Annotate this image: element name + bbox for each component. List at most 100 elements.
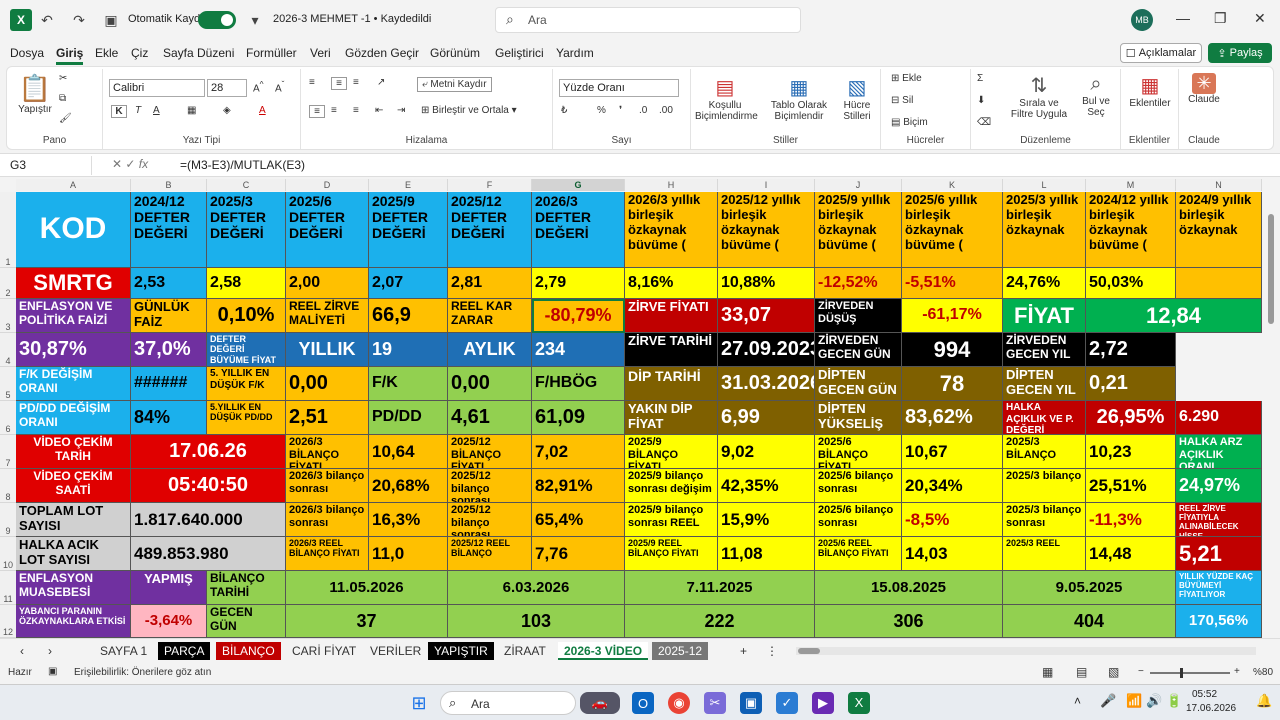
column-header-E[interactable]: E [369, 179, 448, 191]
cell-A1[interactable]: KOD [16, 192, 131, 268]
underline-icon[interactable]: A [153, 105, 160, 116]
font-color-icon[interactable]: A [259, 105, 266, 116]
cell-I10[interactable]: 11,08 [718, 537, 815, 571]
cell-N11[interactable]: YILLIK YÜZDE KAÇ BÜYÜMEYİ FİYATLIYOR [1176, 571, 1262, 605]
cell-B12[interactable]: -3,64% [131, 605, 207, 638]
cell-A11[interactable]: ENFLASYON MUASEBESİ [16, 571, 131, 605]
cell-I3[interactable]: 33,07 [718, 299, 815, 333]
cell-K10[interactable]: 14,03 [902, 537, 1003, 571]
cell-B5[interactable]: ###### [131, 367, 207, 401]
decrease-decimal-icon[interactable]: .00 [659, 105, 673, 116]
cell-K1[interactable]: 2025/6 yıllık birleşik özkaynak büvüme ( [902, 192, 1003, 268]
claude-button[interactable]: ✳ Claude [1183, 73, 1225, 105]
tab-2025-12[interactable]: 2025-12 [652, 642, 709, 660]
column-header-B[interactable]: B [131, 179, 207, 191]
cell-J7[interactable]: 2025/6 BİLANÇO FİYATI [815, 435, 902, 469]
column-header-L[interactable]: L [1003, 179, 1086, 191]
h-scroll-thumb[interactable] [798, 648, 820, 654]
cell-J11[interactable]: 15.08.2025 [815, 571, 1003, 605]
merge-center-button[interactable]: ⊞ Birleştir ve Ortala ▾ [421, 105, 517, 116]
find-select-button[interactable]: ⌕ Bul ve Seç [1075, 73, 1117, 118]
cell-D12[interactable]: 37 [286, 605, 448, 638]
redo-icon[interactable]: ↷ [68, 9, 90, 31]
cell-B8[interactable]: 05:40:50 [131, 469, 286, 503]
row-header-9[interactable]: 9 [0, 503, 16, 537]
cell-L3[interactable]: FİYAT [1003, 299, 1086, 333]
cell-A12[interactable]: YABANCI PARANIN ÖZKAYNAKLARA ETKİSİ [16, 605, 131, 638]
cell-D3[interactable]: REEL ZİRVE MALİYETİ [286, 299, 369, 333]
cell-N7[interactable]: HALKA ARZ AÇIKLIK ORANI [1176, 435, 1262, 469]
percent-icon[interactable]: % [597, 105, 606, 116]
cell-G7[interactable]: 7,02 [532, 435, 625, 469]
comments-button[interactable]: ☐ Açıklamalar [1120, 43, 1202, 63]
cell-I2[interactable]: 10,88% [718, 268, 815, 299]
column-header-C[interactable]: C [207, 179, 286, 191]
grow-font-icon[interactable]: A^ [253, 79, 264, 94]
notification-icon[interactable]: 🔔 [1256, 693, 1272, 709]
customize-qat-icon[interactable]: ▾ [244, 9, 266, 31]
cell-F2[interactable]: 2,81 [448, 268, 532, 299]
row-header-7[interactable]: 7 [0, 435, 16, 469]
undo-icon[interactable]: ↶ [36, 9, 58, 31]
cell-E6[interactable]: PD/DD [369, 401, 448, 435]
cell-L4[interactable]: ZİRVEDEN GECEN YIL [1003, 333, 1086, 367]
cell-G8[interactable]: 82,91% [532, 469, 625, 503]
cell-N9[interactable]: REEL ZİRVE FİYATIYLA ALINABİLECEK HİSSE [1176, 503, 1262, 537]
bold-icon[interactable]: K [111, 105, 127, 118]
column-header-K[interactable]: K [902, 179, 1003, 191]
row-header-10[interactable]: 10 [0, 537, 16, 571]
row-header-1[interactable]: 1 [0, 192, 16, 268]
cell-A2[interactable]: SMRTG [16, 268, 131, 299]
cell-F6[interactable]: 4,61 [448, 401, 532, 435]
cell-A4[interactable]: 30,87% [16, 333, 131, 367]
cell-C4[interactable]: DEFTER DEĞERİ BÜYÜME FİYAT [207, 333, 286, 367]
cell-E3[interactable]: 66,9 [369, 299, 448, 333]
menu-veri[interactable]: Veri [310, 46, 331, 60]
addins-button[interactable]: ▦ Eklentiler [1123, 73, 1177, 109]
search-box[interactable]: ⌕ Ara [495, 7, 801, 33]
cell-C12[interactable]: GECEN GÜN [207, 605, 286, 638]
cell-K2[interactable]: -5,51% [902, 268, 1003, 299]
cell-M6[interactable]: 26,95% [1086, 401, 1176, 435]
name-box[interactable]: G3 [6, 156, 92, 175]
zoom-in-icon[interactable]: + [1234, 666, 1240, 677]
outlook-icon[interactable]: O [632, 692, 654, 714]
tab-2026-3-video[interactable]: 2026-3 VİDEO [558, 642, 649, 660]
cell-N10[interactable]: 5,21 [1176, 537, 1262, 571]
font-name-select[interactable]: Calibri [109, 79, 205, 97]
format-as-table-button[interactable]: ▦ Tablo Olarak Biçimlendir [769, 75, 829, 122]
cell-I4[interactable]: 27.09.2023 [718, 333, 815, 367]
menu-ekle[interactable]: Ekle [95, 46, 118, 60]
cell-D10[interactable]: 2026/3 REEL BİLANÇO FİYATI [286, 537, 369, 571]
cell-F9[interactable]: 2025/12 bilanço sonrası [448, 503, 532, 537]
cell-K4[interactable]: 994 [902, 333, 1003, 367]
menu-sayfa-duzeni[interactable]: Sayfa Düzeni [163, 46, 234, 60]
cell-F11[interactable]: 6.03.2026 [448, 571, 625, 605]
cell-K5[interactable]: 78 [902, 367, 1003, 401]
cell-H2[interactable]: 8,16% [625, 268, 718, 299]
row-header-3[interactable]: 3 [0, 299, 16, 333]
tab-veriler[interactable]: VERİLER [364, 642, 427, 660]
cell-J4[interactable]: ZİRVEDEN GECEN GÜN [815, 333, 902, 367]
menu-dosya[interactable]: Dosya [10, 46, 44, 60]
cell-L5[interactable]: DİPTEN GECEN YIL [1003, 367, 1086, 401]
cell-M4[interactable]: 2,72 [1086, 333, 1176, 367]
cell-F8[interactable]: 2025/12 bilanço sonrası [448, 469, 532, 503]
cell-L2[interactable]: 24,76% [1003, 268, 1086, 299]
tab-ziraat[interactable]: ZİRAAT [498, 642, 552, 660]
cell-K8[interactable]: 20,34% [902, 469, 1003, 503]
conditional-formatting-button[interactable]: ▤ Koşullu Biçimlendirme [695, 75, 758, 122]
row-header-8[interactable]: 8 [0, 469, 16, 503]
page-break-icon[interactable]: ▧ [1108, 665, 1119, 679]
cell-C1[interactable]: 2025/3 DEFTER DEĞERİ [207, 192, 286, 268]
shrink-font-icon[interactable]: Aˇ [275, 79, 284, 94]
increase-indent-icon[interactable]: ⇥ [397, 105, 405, 116]
orientation-icon[interactable]: ↗ [377, 77, 385, 88]
cell-I5[interactable]: 31.03.2026 [718, 367, 815, 401]
cell-I9[interactable]: 15,9% [718, 503, 815, 537]
cell-F10[interactable]: 2025/12 REEL BİLANÇO [448, 537, 532, 571]
cell-F1[interactable]: 2025/12 DEFTER DEĞERİ [448, 192, 532, 268]
cell-D11[interactable]: 11.05.2026 [286, 571, 448, 605]
column-header-J[interactable]: J [815, 179, 902, 191]
column-header-I[interactable]: I [718, 179, 815, 191]
